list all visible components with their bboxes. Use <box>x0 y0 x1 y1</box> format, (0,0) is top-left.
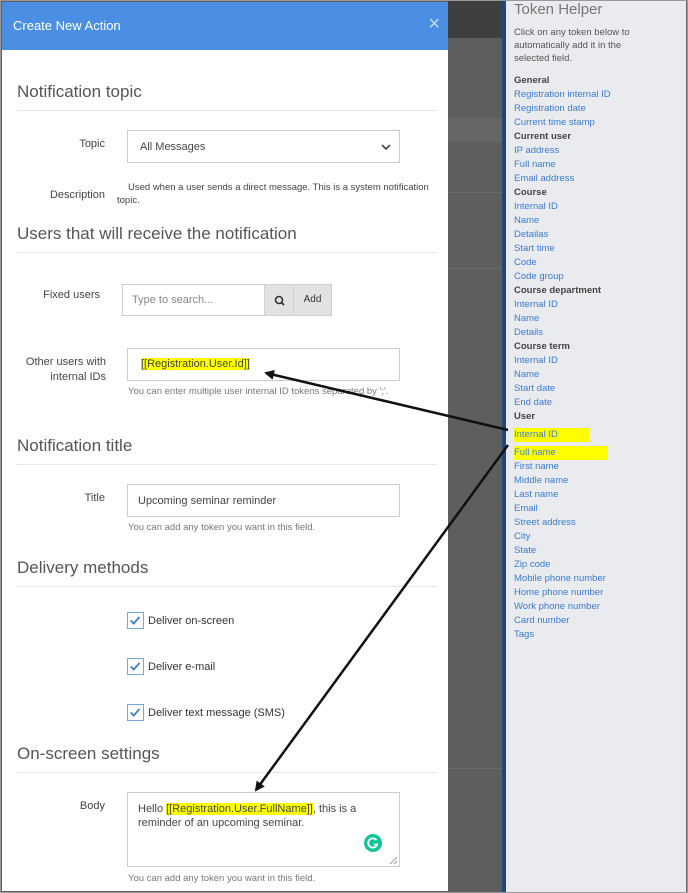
section-title-onscreen: On-screen settings <box>17 744 160 763</box>
grammarly-g-icon <box>367 837 379 849</box>
token-department-name[interactable]: Name <box>514 312 684 326</box>
token-group-course-term: Course term <box>514 341 570 352</box>
token-current-user-email[interactable]: Email address <box>514 172 684 186</box>
body-prefix: Hello <box>138 803 167 815</box>
section-divider <box>17 464 437 465</box>
background-line <box>448 768 506 769</box>
user-search-input[interactable]: Type to search... <box>122 284 265 316</box>
token-term-internal-id[interactable]: Internal ID <box>514 354 684 368</box>
token-term-name[interactable]: Name <box>514 368 684 382</box>
token-course-internal-id[interactable]: Internal ID <box>514 200 684 214</box>
token-helper-title: Token Helper <box>514 1 603 18</box>
background-line <box>448 268 506 269</box>
token-course-code-group[interactable]: Code group <box>514 270 684 284</box>
token-user-state[interactable]: State <box>514 544 684 558</box>
token-term-end-date[interactable]: End date <box>514 396 684 410</box>
token-group-current-user: Current user <box>514 131 572 142</box>
token-department-details[interactable]: Details <box>514 326 684 340</box>
topic-select[interactable]: All Messages <box>127 130 400 163</box>
token-user-tags[interactable]: Tags <box>514 628 684 642</box>
add-user-button[interactable]: Add <box>293 284 332 316</box>
modal-title: Create New Action <box>13 18 121 33</box>
token-group-course: Course <box>514 187 547 198</box>
background-bar <box>448 118 506 142</box>
token-user-internal-id[interactable]: Internal ID <box>514 428 590 442</box>
title-help: You can add any token you want in this f… <box>128 522 316 533</box>
resize-handle-icon[interactable] <box>388 855 398 865</box>
section-title-topic: Notification topic <box>17 82 142 101</box>
token-user-mobile-phone[interactable]: Mobile phone number <box>514 572 684 586</box>
token-helper-panel: Token Helper Click on any token below to… <box>506 0 686 893</box>
token-user-middle-name[interactable]: Middle name <box>514 474 684 488</box>
search-icon <box>274 295 285 306</box>
section-title-receivers: Users that will receive the notification <box>17 224 297 243</box>
background-header <box>448 0 506 38</box>
token-current-user-full-name[interactable]: Full name <box>514 158 684 172</box>
checkmark-icon <box>130 616 141 625</box>
deliver-sms-checkbox[interactable] <box>127 704 144 721</box>
token-group-user: User <box>514 411 536 422</box>
token-helper-intro: Click on any token below to automaticall… <box>514 27 630 64</box>
deliver-onscreen-checkbox[interactable] <box>127 612 144 629</box>
token-course-start-time[interactable]: Start time <box>514 242 684 256</box>
body-textarea[interactable]: Hello [[Registration.User.FullName]], th… <box>127 792 400 867</box>
checkmark-icon <box>130 662 141 671</box>
token-user-full-name[interactable]: Full name <box>514 446 608 460</box>
grammarly-icon[interactable] <box>364 834 382 852</box>
token-current-user-ip[interactable]: IP address <box>514 144 684 158</box>
section-divider <box>17 110 437 111</box>
token-group-general: General <box>514 75 550 86</box>
body-help: You can add any token you want in this f… <box>128 873 316 884</box>
modal-header: Create New Action × <box>2 2 448 50</box>
token-user-street-address[interactable]: Street address <box>514 516 684 530</box>
token-course-details[interactable]: Detailas <box>514 228 684 242</box>
token-course-code[interactable]: Code <box>514 256 684 270</box>
section-divider <box>17 586 437 587</box>
token-course-name[interactable]: Name <box>514 214 684 228</box>
create-action-modal: Create New Action × Notification topic T… <box>2 2 448 891</box>
token-department-internal-id[interactable]: Internal ID <box>514 298 684 312</box>
token-registration-date[interactable]: Registration date <box>514 102 684 116</box>
chevron-down-icon <box>381 144 391 151</box>
token-user-last-name[interactable]: Last name <box>514 488 684 502</box>
token-current-time-stamp[interactable]: Current time stamp <box>514 116 684 130</box>
close-icon[interactable]: × <box>428 14 440 34</box>
token-user-zip-code[interactable]: Zip code <box>514 558 684 572</box>
token-user-card-number[interactable]: Card number <box>514 614 684 628</box>
token-user-city[interactable]: City <box>514 530 684 544</box>
deliver-email-label: Deliver e-mail <box>148 661 216 673</box>
topic-select-value: All Messages <box>140 141 206 153</box>
description-label: Description <box>49 189 105 201</box>
internal-ids-help: You can enter multiple user internal ID … <box>128 386 389 397</box>
internal-ids-input[interactable]: [[Registration.User.Id]] <box>127 348 400 381</box>
body-label: Body <box>79 800 105 812</box>
background-line <box>448 192 506 193</box>
search-button[interactable] <box>264 284 294 316</box>
token-user-email[interactable]: Email <box>514 502 684 516</box>
token-user-home-phone[interactable]: Home phone number <box>514 586 684 600</box>
other-users-label: Other users with internal IDs <box>25 356 106 383</box>
section-divider <box>17 252 437 253</box>
section-title-delivery: Delivery methods <box>17 558 149 577</box>
title-label: Title <box>84 492 105 504</box>
topic-description: Used when a user sends a direct message.… <box>117 182 429 206</box>
token-user-id: [[Registration.User.Id]] <box>141 358 250 370</box>
topic-label: Topic <box>79 138 105 150</box>
deliver-email-checkbox[interactable] <box>127 658 144 675</box>
section-divider <box>17 772 437 773</box>
token-term-start-date[interactable]: Start date <box>514 382 684 396</box>
deliver-onscreen-label: Deliver on-screen <box>148 615 235 627</box>
fixed-users-label: Fixed users <box>43 289 100 301</box>
deliver-sms-label: Deliver text message (SMS) <box>148 707 285 719</box>
checkmark-icon <box>130 708 141 717</box>
token-user-first-name[interactable]: First name <box>514 460 684 474</box>
token-user-work-phone[interactable]: Work phone number <box>514 600 684 614</box>
section-title-notification-title: Notification title <box>17 436 133 455</box>
title-input[interactable]: Upcoming seminar reminder <box>127 484 400 517</box>
token-registration-internal-id[interactable]: Registration internal ID <box>514 88 684 102</box>
token-user-fullname: [[Registration.User.FullName]] <box>166 803 313 815</box>
token-list: General Registration internal ID Registr… <box>514 74 684 642</box>
token-group-course-department: Course department <box>514 285 602 296</box>
